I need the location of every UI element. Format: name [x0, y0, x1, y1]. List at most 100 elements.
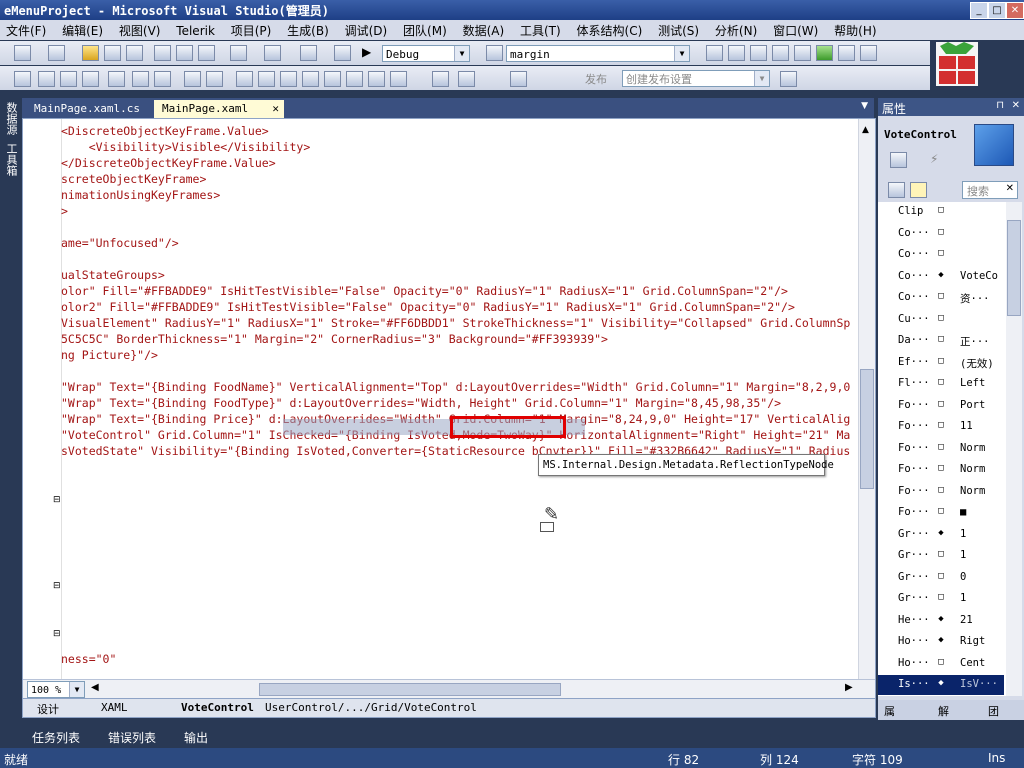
menu-help[interactable]: 帮助(H): [828, 20, 882, 41]
collapse-icon[interactable]: ⊟: [53, 629, 61, 639]
property-row[interactable]: Co··· □: [878, 224, 1004, 244]
tab-dropdown-icon[interactable]: ▼: [861, 101, 868, 111]
property-marker-icon[interactable]: □: [936, 313, 946, 323]
object-browser-icon[interactable]: [772, 45, 789, 61]
property-marker-icon[interactable]: □: [936, 592, 946, 602]
menu-telerik[interactable]: Telerik: [170, 22, 221, 40]
toolbox-tab[interactable]: 工具箱: [0, 139, 22, 180]
property-row[interactable]: Gr··· ◆ 1: [878, 525, 1004, 545]
property-marker-icon[interactable]: ◆: [936, 528, 946, 538]
publish-settings-combo[interactable]: 创建发布设置 ▼: [622, 70, 770, 87]
property-value[interactable]: Rigt: [960, 635, 1000, 647]
property-marker-icon[interactable]: ◆: [936, 678, 946, 688]
property-scroll-thumb[interactable]: [1007, 220, 1021, 316]
clear-bookmarks-icon[interactable]: [280, 71, 297, 87]
save-icon[interactable]: [104, 45, 121, 61]
toolbox-icon[interactable]: [794, 45, 811, 61]
web-icon[interactable]: [458, 71, 475, 87]
menu-build[interactable]: 生成(B): [281, 20, 335, 41]
vertical-scrollbar[interactable]: ▲: [858, 119, 875, 679]
split-icon[interactable]: ▲: [862, 125, 869, 135]
solution-dock-tab[interactable]: 解: [938, 703, 949, 719]
call-stack-icon[interactable]: [368, 71, 385, 87]
undo-icon[interactable]: [230, 45, 247, 61]
property-value[interactable]: Norm: [960, 442, 1000, 454]
property-row[interactable]: Gr··· □ 1: [878, 589, 1004, 609]
property-row[interactable]: Da··· □ 正···: [878, 331, 1004, 351]
property-marker-icon[interactable]: □: [936, 549, 946, 559]
add-item-icon[interactable]: [48, 45, 65, 61]
bookmark-icon[interactable]: [206, 71, 223, 87]
error-list-tab[interactable]: 错误列表: [108, 729, 156, 746]
property-row[interactable]: Ho··· □ Cent: [878, 654, 1004, 674]
property-value[interactable]: 0: [960, 571, 1000, 583]
property-marker-icon[interactable]: □: [936, 248, 946, 258]
property-value[interactable]: IsV···: [960, 678, 1000, 690]
publish-icon[interactable]: [780, 71, 797, 87]
property-value[interactable]: 1: [960, 549, 1000, 561]
scroll-left-icon[interactable]: ◀: [91, 682, 99, 693]
next-bookmark-icon[interactable]: [258, 71, 275, 87]
publish-label[interactable]: 发布: [585, 71, 607, 87]
property-marker-icon[interactable]: □: [936, 399, 946, 409]
property-value[interactable]: 资···: [960, 291, 1000, 306]
property-marker-icon[interactable]: □: [936, 657, 946, 667]
property-row[interactable]: Clip □: [878, 202, 1004, 222]
categorized-icon[interactable]: [888, 182, 905, 198]
code-area[interactable]: <DiscreteObjectKeyFrame.Value> <Visibili…: [61, 119, 857, 679]
property-search-input[interactable]: 搜索 ✕: [962, 181, 1018, 199]
property-marker-icon[interactable]: □: [936, 442, 946, 452]
xaml-tab[interactable]: XAML: [101, 701, 128, 714]
horizontal-scroll-thumb[interactable]: [259, 683, 561, 696]
property-value[interactable]: (无效): [960, 356, 1000, 371]
menu-file[interactable]: 文件(F): [0, 20, 52, 41]
maximize-button[interactable]: □: [988, 2, 1006, 19]
uncomment-icon[interactable]: [184, 71, 201, 87]
property-row[interactable]: Fo··· □ Norm: [878, 439, 1004, 459]
property-marker-icon[interactable]: □: [936, 506, 946, 516]
zoom-combo[interactable]: 100 % ▼: [27, 681, 85, 698]
property-value[interactable]: 正···: [960, 334, 1000, 349]
collapse-icon[interactable]: ⊟: [53, 581, 61, 591]
property-row[interactable]: Co··· □: [878, 245, 1004, 265]
output-tab[interactable]: 输出: [184, 729, 208, 746]
comment-icon[interactable]: [154, 71, 171, 87]
menu-edit[interactable]: 编辑(E): [56, 20, 109, 41]
locals-icon[interactable]: [346, 71, 363, 87]
property-row[interactable]: Fl··· □ Left: [878, 374, 1004, 394]
property-value[interactable]: Port: [960, 399, 1000, 411]
collapse-icon[interactable]: ⊟: [53, 495, 61, 505]
install-icon[interactable]: [432, 71, 449, 87]
menu-project[interactable]: 项目(P): [225, 20, 278, 41]
tab-mainpage-xaml[interactable]: MainPage.xaml ✕: [154, 100, 284, 118]
task-list-tab[interactable]: 任务列表: [32, 729, 80, 746]
extension-manager-icon[interactable]: [838, 45, 855, 61]
menu-tools[interactable]: 工具(T): [514, 20, 567, 41]
property-row[interactable]: Ho··· ◆ Rigt: [878, 632, 1004, 652]
close-icon[interactable]: ✕: [1012, 100, 1020, 111]
property-value[interactable]: 1: [960, 592, 1000, 604]
property-marker-icon[interactable]: □: [936, 571, 946, 581]
property-value[interactable]: Norm: [960, 485, 1000, 497]
save-all-icon[interactable]: [126, 45, 143, 61]
format-icon[interactable]: [82, 71, 99, 87]
property-marker-icon[interactable]: □: [936, 420, 946, 430]
solution-config-combo[interactable]: Debug ▼: [382, 45, 470, 62]
properties-tab-icon[interactable]: [890, 152, 907, 168]
indent-icon[interactable]: [108, 71, 125, 87]
design-tab[interactable]: 设计: [37, 701, 59, 717]
find-icon[interactable]: [486, 45, 503, 61]
copy-icon[interactable]: [176, 45, 193, 61]
property-marker-icon[interactable]: □: [936, 485, 946, 495]
property-marker-icon[interactable]: □: [936, 356, 946, 366]
property-row[interactable]: Co··· ◆ VoteCo: [878, 267, 1004, 287]
new-project-icon[interactable]: [14, 45, 31, 61]
start-page-icon[interactable]: [816, 45, 833, 61]
property-row[interactable]: Ef··· □ (无效): [878, 353, 1004, 373]
property-marker-icon[interactable]: □: [936, 291, 946, 301]
navigate-back-icon[interactable]: [300, 45, 317, 61]
menu-architecture[interactable]: 体系结构(C): [571, 20, 649, 41]
property-value[interactable]: Norm: [960, 463, 1000, 475]
outdent-icon[interactable]: [132, 71, 149, 87]
breadcrumb-element[interactable]: VoteControl: [181, 701, 254, 714]
